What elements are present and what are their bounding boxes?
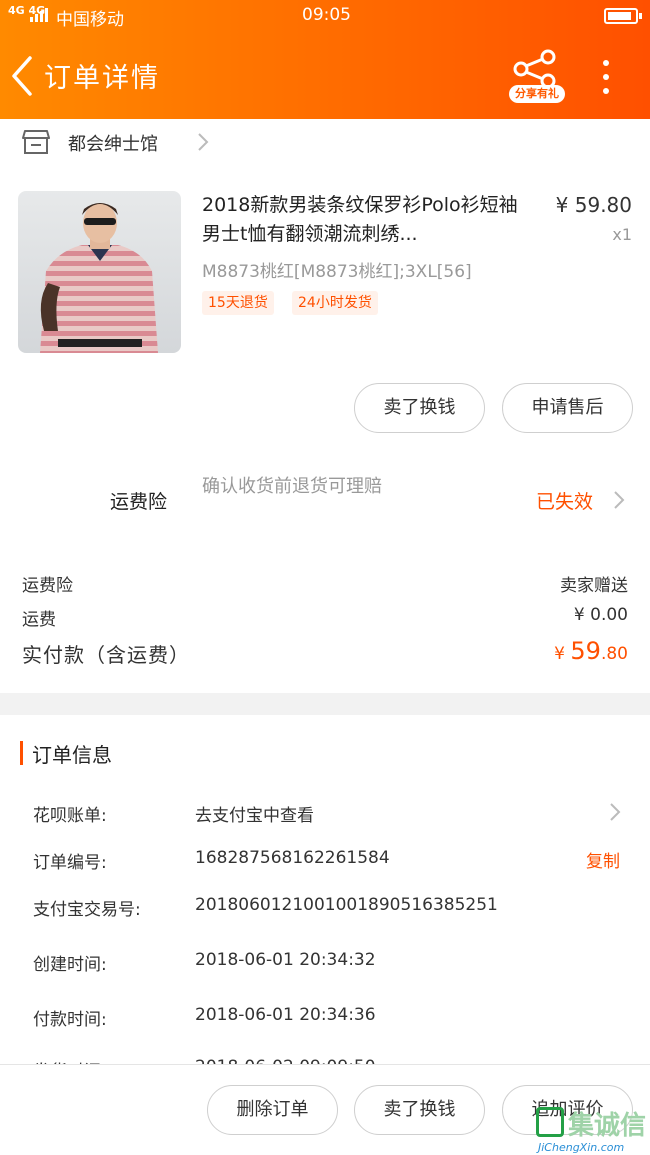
info-label-huabei: 花呗账单: <box>33 806 107 826</box>
info-label-order-number: 订单编号: <box>33 853 107 873</box>
watermark-logo: 集诚信 JiChengXin.com <box>532 1103 650 1155</box>
signal-icon <box>30 8 48 22</box>
summary-row-insurance: 运费险 卖家赠送 <box>22 571 628 596</box>
back-arrow-icon <box>12 56 32 96</box>
section-accent-bar <box>20 741 23 765</box>
summary-label: 运费 <box>22 610 56 630</box>
info-value-alipay-number: 2018060121001001890516385251 <box>195 895 498 915</box>
product-price: ¥ 59.80 <box>555 193 632 217</box>
product-image[interactable] <box>18 191 181 353</box>
back-button[interactable] <box>8 54 42 98</box>
share-gift-label[interactable]: 分享有礼 <box>509 85 565 103</box>
info-value-paid: 2018-06-01 20:34:36 <box>195 1005 376 1025</box>
insurance-label: 运费险 <box>110 491 168 513</box>
watermark-url: JiChengXin.com <box>538 1141 625 1154</box>
info-label-alipay-number: 支付宝交易号: <box>33 900 141 920</box>
info-value-created: 2018-06-01 20:34:32 <box>195 950 376 970</box>
paid-currency: ¥ <box>554 644 571 664</box>
summary-row-shipping: 运费 ¥ 0.00 <box>22 605 628 630</box>
paid-amount: ¥ 59.80 <box>554 637 628 665</box>
watermark-text: 集诚信 <box>568 1111 647 1141</box>
sell-button-bottom[interactable]: 卖了换钱 <box>354 1085 485 1135</box>
after-sale-button[interactable]: 申请售后 <box>502 383 633 433</box>
info-value-huabei[interactable]: 去支付宝中查看 <box>195 801 314 826</box>
info-label-created: 创建时间: <box>33 955 107 975</box>
battery-icon <box>604 8 642 24</box>
order-item-card: 都会绅士馆 2018新款男装条纹保罗衫Polo衫短袖男士t恤有翻领潮流刺绣...… <box>0 119 650 693</box>
shop-name[interactable]: 都会绅士馆 <box>68 130 158 156</box>
chevron-right-icon[interactable] <box>196 131 210 153</box>
copy-button[interactable]: 复制 <box>586 847 620 872</box>
paid-decimal: .80 <box>600 644 628 664</box>
chevron-right-icon[interactable] <box>612 489 626 511</box>
summary-value: 卖家赠送 <box>560 576 628 596</box>
shop-icon <box>22 129 50 155</box>
carrier-name: 中国移动 <box>56 10 124 30</box>
product-quantity: x1 <box>612 225 632 244</box>
insurance-status[interactable]: 已失效 <box>536 487 593 514</box>
paid-amount-label: 实付款（含运费） <box>22 643 190 667</box>
summary-label: 运费险 <box>22 576 73 596</box>
share-icon <box>513 49 556 89</box>
paid-integer: 59 <box>570 637 601 665</box>
app-header: 4G 4G 中国移动 09:05 订单详情 分享有礼 <box>0 0 650 119</box>
shipping-tag: 24小时发货 <box>292 291 378 315</box>
info-label-paid: 付款时间: <box>33 1010 107 1030</box>
more-options-icon[interactable] <box>594 58 618 98</box>
info-value-order-number: 168287568162261584 <box>195 848 390 868</box>
return-policy-tag: 15天退货 <box>202 291 274 315</box>
product-sku: M8873桃红[M8873桃红];3XL[56] <box>202 262 472 282</box>
order-info-title: 订单信息 <box>32 743 112 767</box>
chevron-right-icon[interactable] <box>608 801 622 823</box>
battery-fill <box>608 12 631 20</box>
status-bar: 4G 4G 中国移动 09:05 <box>0 0 650 32</box>
page-title: 订单详情 <box>44 63 160 94</box>
summary-value: ¥ 0.00 <box>573 605 628 625</box>
product-title[interactable]: 2018新款男装条纹保罗衫Polo衫短袖男士t恤有翻领潮流刺绣... <box>202 191 532 249</box>
watermark-icon <box>536 1107 564 1137</box>
clock: 09:05 <box>302 5 351 25</box>
sell-button[interactable]: 卖了换钱 <box>354 383 485 433</box>
insurance-description: 确认收货前退货可理赔 <box>202 476 382 497</box>
delete-order-button[interactable]: 删除订单 <box>207 1085 338 1135</box>
